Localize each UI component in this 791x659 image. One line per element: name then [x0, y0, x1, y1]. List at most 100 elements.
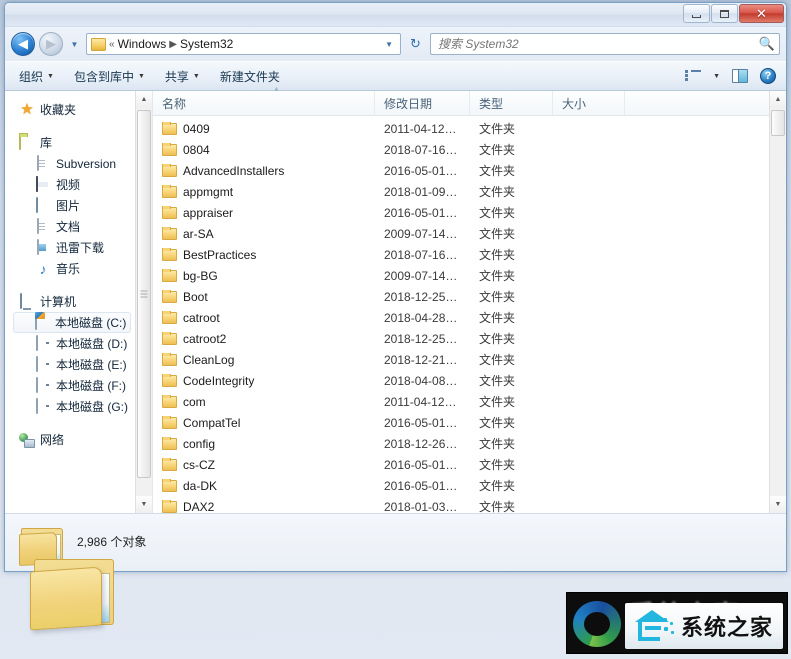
cell-name: 0409 — [153, 121, 375, 136]
chevron-down-icon: ▼ — [192, 72, 200, 80]
sidebar-item-label: 网络 — [40, 433, 65, 447]
watermark-house-icon — [631, 609, 675, 643]
table-row[interactable]: catroot 2018-04-28… 文件夹 — [153, 307, 769, 328]
table-row[interactable]: DAX2 2018-01-03… 文件夹 — [153, 496, 769, 513]
close-button[interactable]: ✕ — [739, 4, 784, 23]
help-button[interactable]: ? — [754, 65, 782, 87]
breadcrumb-overflow[interactable]: « — [108, 39, 116, 50]
table-row[interactable]: catroot2 2018-12-25… 文件夹 — [153, 328, 769, 349]
new-folder-label: 新建文件夹 — [219, 69, 280, 84]
breadcrumb-item-system32[interactable]: System32 — [180, 37, 233, 51]
history-dropdown-button[interactable]: ▼ — [67, 32, 82, 56]
scroll-down-button[interactable]: ▼ — [770, 496, 786, 513]
table-row[interactable]: CompatTel 2016-05-01… 文件夹 — [153, 412, 769, 433]
table-row[interactable]: config 2018-12-26… 文件夹 — [153, 433, 769, 454]
sidebar-item-documents[interactable]: 文档 — [5, 216, 135, 237]
scrollbar-track[interactable] — [136, 108, 152, 496]
view-mode-button[interactable] — [679, 67, 707, 86]
sidebar-item-network[interactable]: 网络 — [5, 429, 135, 450]
sidebar-item-videos[interactable]: 视频 — [5, 174, 135, 195]
sidebar-item-drive-g[interactable]: 本地磁盘 (G:) — [5, 396, 135, 417]
cell-date-modified: 2018-12-25… — [384, 331, 458, 346]
sidebar-item-music[interactable]: ♪ 音乐 — [5, 258, 135, 279]
cell-date-modified: 2018-07-16… — [384, 142, 458, 157]
sidebar-item-drive-e[interactable]: 本地磁盘 (E:) — [5, 354, 135, 375]
organize-button[interactable]: 组织 ▼ — [9, 64, 64, 89]
sidebar-item-label: Subversion — [56, 156, 117, 171]
table-row[interactable]: com 2011-04-12… 文件夹 — [153, 391, 769, 412]
sidebar-item-drive-d[interactable]: 本地磁盘 (D:) — [5, 333, 135, 354]
table-row[interactable]: appraiser 2016-05-01… 文件夹 — [153, 202, 769, 223]
cell-type: 文件夹 — [479, 164, 516, 178]
sidebar-item-library[interactable]: 库 — [5, 132, 135, 153]
cell-type: 文件夹 — [479, 395, 516, 409]
command-toolbar: 组织 ▼ 包含到库中 ▼ 共享 ▼ 新建文件夹 ▼ ? — [5, 61, 786, 91]
forward-button[interactable]: ▶ — [39, 32, 63, 56]
table-row[interactable]: CleanLog 2018-12-21… 文件夹 — [153, 349, 769, 370]
table-row[interactable]: appmgmt 2018-01-09… 文件夹 — [153, 181, 769, 202]
breadcrumb-item-windows[interactable]: Windows — [118, 37, 167, 51]
sidebar-item-thunder-downloads[interactable]: 迅雷下载 — [5, 237, 135, 258]
folder-icon — [162, 499, 177, 513]
minimize-button[interactable] — [683, 4, 710, 23]
cell-name: catroot2 — [153, 331, 375, 346]
view-mode-dropdown-button[interactable]: ▼ — [707, 70, 726, 83]
breadcrumb-dropdown-icon[interactable]: ▼ — [380, 40, 398, 49]
sidebar-item-drive-f[interactable]: 本地磁盘 (F:) — [5, 375, 135, 396]
table-row[interactable]: Boot 2018-12-25… 文件夹 — [153, 286, 769, 307]
file-list-scrollbar[interactable]: ▲ ▼ — [769, 91, 786, 513]
cell-name: bg-BG — [153, 268, 375, 283]
column-header-type[interactable]: 类型 — [470, 91, 553, 115]
scrollbar-thumb[interactable] — [771, 110, 785, 136]
scroll-down-button[interactable]: ▼ — [136, 496, 152, 513]
refresh-button[interactable]: ↻ — [405, 33, 426, 55]
sidebar-item-favorites[interactable]: ★ 收藏夹 — [5, 99, 135, 120]
back-button[interactable]: ◀ — [11, 32, 35, 56]
file-list-inner: 名称 修改日期 类型 大小 0409 2011-04-12… 文件夹 0804 2018… — [153, 86, 786, 513]
table-row[interactable]: ar-SA 2009-07-14… 文件夹 — [153, 223, 769, 244]
new-folder-button[interactable]: 新建文件夹 — [210, 64, 290, 89]
folder-icon — [162, 184, 177, 198]
column-header-date-modified[interactable]: 修改日期 — [375, 91, 470, 115]
explorer-window: ✕ ◀ ▶ ▼ « Windows ▶ System32 ▼ ↻ 🔍 组织 ▼ … — [4, 2, 787, 572]
preview-pane-button[interactable] — [726, 66, 754, 86]
column-header-size[interactable]: 大小 — [553, 91, 625, 115]
watermark-card: 系统之家 — [625, 603, 783, 649]
cell-name: cs-CZ — [153, 457, 375, 472]
cell-name: da-DK — [153, 478, 375, 493]
table-row[interactable]: BestPractices 2018-07-16… 文件夹 — [153, 244, 769, 265]
cell-date-modified: 2016-05-01… — [384, 457, 458, 472]
scroll-up-button[interactable]: ▲ — [770, 91, 786, 108]
sidebar-item-computer[interactable]: 计算机 — [5, 291, 135, 312]
desktop-folder-icon[interactable] — [30, 555, 116, 631]
sidebar-item-drive-c[interactable]: 本地磁盘 (C:) — [13, 312, 131, 333]
sidebar-item-subversion[interactable]: Subversion — [5, 153, 135, 174]
picture-icon — [35, 196, 51, 214]
maximize-button[interactable] — [711, 4, 738, 23]
include-in-library-label: 包含到库中 — [73, 69, 134, 84]
sidebar-item-pictures[interactable]: 图片 — [5, 195, 135, 216]
table-row[interactable]: CodeIntegrity 2018-04-08… 文件夹 — [153, 370, 769, 391]
folder-icon — [162, 142, 177, 156]
search-box[interactable]: 🔍 — [430, 33, 780, 55]
share-button[interactable]: 共享 ▼ — [155, 64, 210, 89]
maximize-icon — [720, 9, 729, 18]
table-row[interactable]: bg-BG 2009-07-14… 文件夹 — [153, 265, 769, 286]
system-drive-icon — [34, 313, 50, 331]
table-row[interactable]: cs-CZ 2016-05-01… 文件夹 — [153, 454, 769, 475]
breadcrumb-bar[interactable]: « Windows ▶ System32 ▼ — [86, 33, 401, 55]
column-header-name[interactable]: 名称 — [153, 86, 375, 115]
table-row[interactable]: 0409 2011-04-12… 文件夹 — [153, 118, 769, 139]
cell-name: appraiser — [153, 205, 375, 220]
table-row[interactable]: da-DK 2016-05-01… 文件夹 — [153, 475, 769, 496]
search-input[interactable] — [438, 37, 759, 51]
table-row[interactable]: AdvancedInstallers 2016-05-01… 文件夹 — [153, 160, 769, 181]
scrollbar-track[interactable] — [770, 108, 786, 496]
include-in-library-button[interactable]: 包含到库中 ▼ — [64, 64, 155, 89]
scroll-up-button[interactable]: ▲ — [136, 91, 152, 108]
chevron-down-icon: ▼ — [713, 72, 720, 80]
navigation-scrollbar[interactable]: ▲ ▼ — [135, 91, 152, 513]
table-row[interactable]: 0804 2018-07-16… 文件夹 — [153, 139, 769, 160]
scrollbar-thumb[interactable] — [137, 110, 151, 478]
